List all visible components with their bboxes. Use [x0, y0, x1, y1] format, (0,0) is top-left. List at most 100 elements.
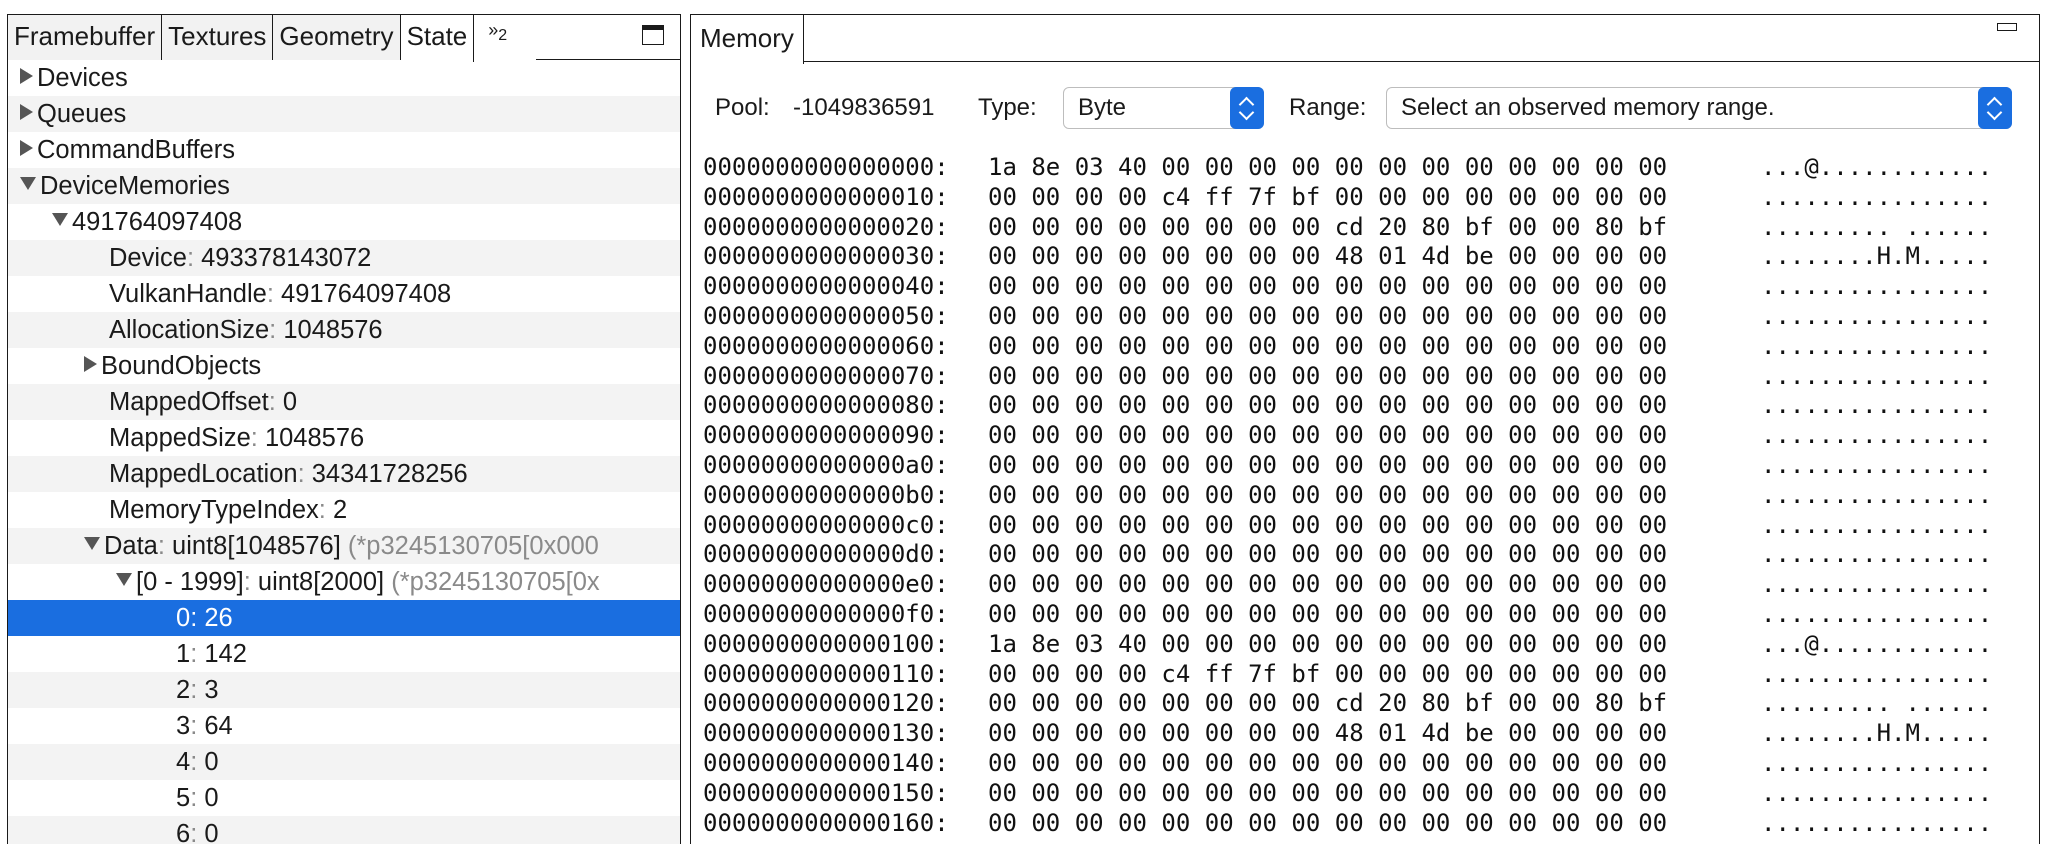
hex-address: 0000000000000100: — [703, 629, 949, 658]
hex-view[interactable]: 0000000000000000: 1a 8e 03 40 00 00 00 00… — [703, 153, 2033, 838]
tree-value: 0 — [204, 784, 219, 812]
tree-row[interactable]: 2: 3 — [8, 672, 680, 708]
tree-row[interactable]: 5: 0 — [8, 780, 680, 816]
range-select[interactable]: Select an observed memory range. — [1386, 87, 2012, 129]
tree-row[interactable]: BoundObjects — [8, 348, 680, 384]
hex-row: 0000000000000140: 00 00 00 00 00 00 00 00… — [703, 749, 2033, 779]
tree-row[interactable]: VulkanHandle: 491764097408 — [8, 276, 680, 312]
hex-ascii: ................ — [1761, 331, 1993, 360]
hex-row: 0000000000000020: 00 00 00 00 00 00 00 00… — [703, 213, 2033, 243]
collapsed-triangle-icon[interactable] — [20, 140, 33, 156]
maximize-icon[interactable] — [642, 25, 664, 45]
tree-key: 0 — [176, 604, 191, 632]
tree-row[interactable]: MappedSize: 1048576 — [8, 420, 680, 456]
tab-textures[interactable]: Textures — [162, 15, 274, 60]
hex-bytes: 00 00 00 00 00 00 00 00 cd 20 80 bf 00 0… — [988, 689, 1668, 718]
collapsed-triangle-icon[interactable] — [20, 68, 33, 84]
tree-value: 142 — [204, 640, 247, 668]
hex-address: 0000000000000050: — [703, 301, 949, 330]
hex-row: 00000000000000e0: 00 00 00 00 00 00 00 00… — [703, 570, 2033, 600]
tree-value: 491764097408 — [281, 280, 452, 308]
expanded-triangle-icon[interactable] — [116, 573, 132, 586]
hex-address: 00000000000000c0: — [703, 510, 949, 539]
tree-row[interactable]: DeviceMemories — [8, 168, 680, 204]
tree-row[interactable]: MemoryTypeIndex: 2 — [8, 492, 680, 528]
tree-separator: : — [190, 748, 205, 776]
hex-bytes: 00 00 00 00 c4 ff 7f bf 00 00 00 00 00 0… — [988, 182, 1668, 211]
tree-value: 1048576 — [264, 424, 365, 452]
collapsed-triangle-icon[interactable] — [20, 104, 33, 120]
collapsed-triangle-icon[interactable] — [84, 356, 97, 372]
hex-bytes: 00 00 00 00 c4 ff 7f bf 00 00 00 00 00 0… — [988, 659, 1668, 688]
hex-ascii: ................ — [1761, 808, 1993, 837]
tree-key: AllocationSize — [109, 316, 270, 344]
tree-row[interactable]: 3: 64 — [8, 708, 680, 744]
hex-address: 0000000000000150: — [703, 778, 949, 807]
tree-row[interactable]: 1: 142 — [8, 636, 680, 672]
hex-bytes: 00 00 00 00 00 00 00 00 00 00 00 00 00 0… — [988, 301, 1668, 330]
range-label: Range: — [1289, 94, 1367, 121]
hex-ascii: ................ — [1761, 272, 1993, 301]
tab-memory[interactable]: Memory — [691, 15, 804, 64]
hex-bytes: 00 00 00 00 00 00 00 00 00 00 00 00 00 0… — [988, 748, 1668, 777]
tree-row[interactable]: Queues — [8, 96, 680, 132]
tree-row[interactable]: 491764097408 — [8, 204, 680, 240]
hex-ascii: ................ — [1761, 540, 1993, 569]
tree-separator: : — [190, 604, 205, 632]
tree-row[interactable]: CommandBuffers — [8, 132, 680, 168]
type-select[interactable]: Byte — [1063, 87, 1264, 129]
panel-splitter[interactable] — [681, 0, 689, 844]
tree-row[interactable]: 0: 26 — [8, 600, 680, 636]
tree-key: BoundObjects — [101, 352, 262, 380]
tree-key: [0 - 1999] — [136, 568, 244, 596]
hex-address: 0000000000000160: — [703, 808, 949, 837]
hex-ascii: ................ — [1761, 391, 1993, 420]
tree-value: 1048576 — [283, 316, 383, 344]
hex-ascii: ................ — [1761, 450, 1993, 479]
tree-row[interactable]: MappedLocation: 34341728256 — [8, 456, 680, 492]
hex-row: 00000000000000b0: 00 00 00 00 00 00 00 00… — [703, 481, 2033, 511]
hex-row: 00000000000000d0: 00 00 00 00 00 00 00 00… — [703, 540, 2033, 570]
expanded-triangle-icon[interactable] — [20, 177, 36, 190]
overflow-count: 2 — [498, 27, 508, 44]
tree-key: 6 — [176, 820, 191, 844]
tree-row[interactable]: [0 - 1999]: uint8[2000] (*p3245130705[0x — [8, 564, 680, 600]
tree-row[interactable]: Device: 493378143072 — [8, 240, 680, 276]
hex-address: 00000000000000a0: — [703, 450, 949, 479]
hex-row: 0000000000000090: 00 00 00 00 00 00 00 00… — [703, 421, 2033, 451]
hex-address: 0000000000000010: — [703, 182, 949, 211]
hex-row: 0000000000000060: 00 00 00 00 00 00 00 00… — [703, 332, 2033, 362]
tree-separator: : — [190, 640, 205, 668]
tree-row[interactable]: 4: 0 — [8, 744, 680, 780]
hex-address: 0000000000000110: — [703, 659, 949, 688]
minimize-icon[interactable] — [1997, 23, 2017, 31]
tree-separator: : — [190, 676, 205, 704]
tab-geometry[interactable]: Geometry — [273, 15, 401, 60]
tree-row[interactable]: Data: uint8[1048576] (*p3245130705[0x000 — [8, 528, 680, 564]
hex-bytes: 00 00 00 00 00 00 00 00 00 00 00 00 00 0… — [988, 480, 1668, 509]
tree-row[interactable]: 6: 0 — [8, 816, 680, 844]
hex-address: 00000000000000e0: — [703, 570, 949, 599]
expanded-triangle-icon[interactable] — [84, 537, 100, 550]
hex-ascii: ...@............ — [1761, 629, 1993, 658]
tree-row[interactable]: AllocationSize: 1048576 — [8, 312, 680, 348]
tree-row[interactable]: Devices — [8, 60, 680, 96]
chevron-double-right-icon: » — [488, 20, 499, 40]
hex-row: 0000000000000100: 1a 8e 03 40 00 00 00 00… — [703, 630, 2033, 660]
tree-row[interactable]: MappedOffset: 0 — [8, 384, 680, 420]
type-select-value: Byte — [1078, 94, 1127, 121]
hex-bytes: 1a 8e 03 40 00 00 00 00 00 00 00 00 00 0… — [988, 153, 1668, 181]
hex-address: 00000000000000d0: — [703, 540, 949, 569]
tree-separator: : — [190, 820, 205, 844]
tree-pointer-info: (*p3245130705[0x — [384, 568, 600, 596]
tab-overflow-button[interactable]: »2 — [474, 15, 537, 60]
hex-address: 0000000000000030: — [703, 242, 949, 271]
tab-framebuffer[interactable]: Framebuffer — [8, 15, 163, 60]
hex-bytes: 00 00 00 00 00 00 00 00 00 00 00 00 00 0… — [988, 570, 1668, 599]
expanded-triangle-icon[interactable] — [52, 213, 68, 226]
tree-separator: : — [190, 712, 205, 740]
tab-state[interactable]: State — [400, 15, 475, 62]
hex-row: 00000000000000f0: 00 00 00 00 00 00 00 00… — [703, 600, 2033, 630]
hex-row: 0000000000000070: 00 00 00 00 00 00 00 00… — [703, 362, 2033, 392]
type-label: Type: — [978, 94, 1037, 121]
